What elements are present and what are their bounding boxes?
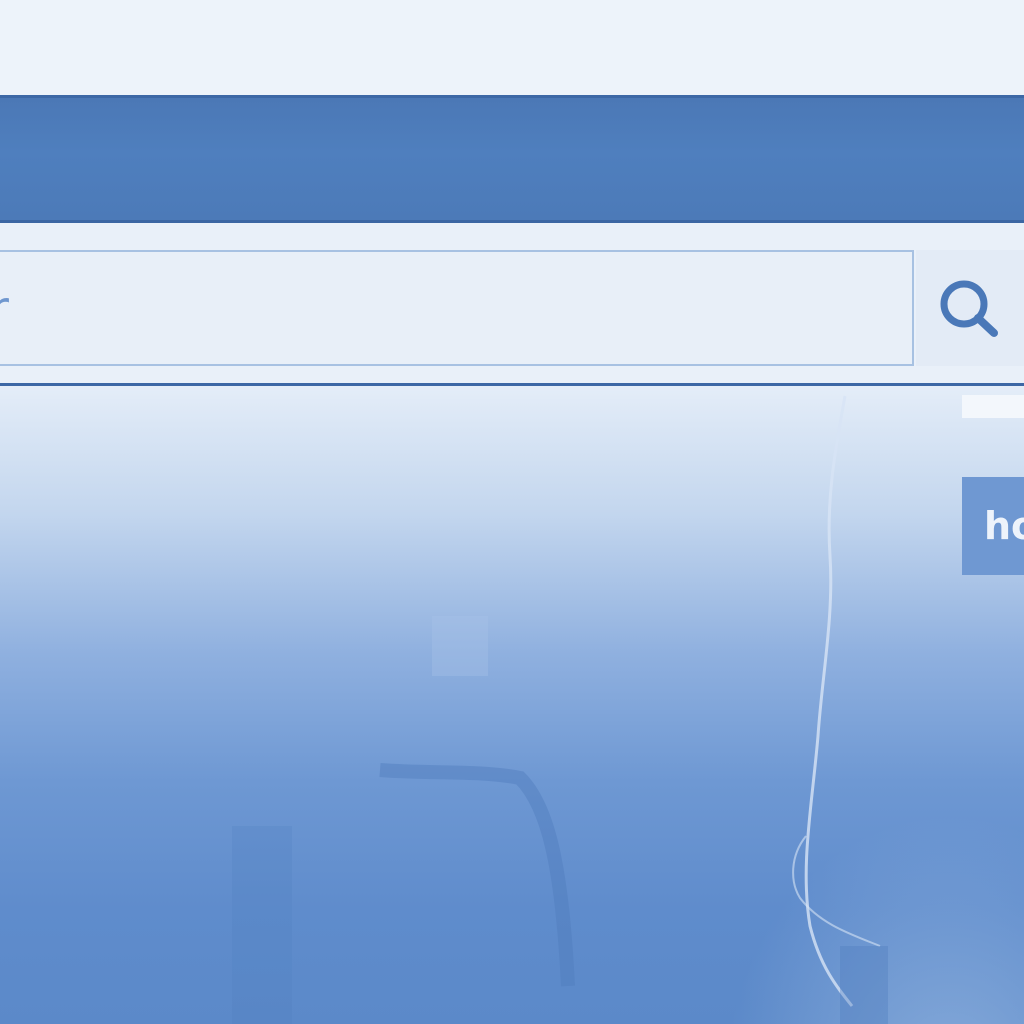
top-blank-area — [0, 0, 1024, 95]
hero-background-image — [0, 386, 1024, 1024]
page: ho — [0, 0, 1024, 1024]
hero-illustration — [232, 395, 888, 1024]
side-badge-button[interactable]: ho — [962, 477, 1024, 575]
header-bar — [0, 95, 1024, 223]
side-tab[interactable] — [962, 395, 1024, 418]
search-button[interactable] — [916, 250, 1024, 366]
search-icon — [940, 280, 998, 337]
search-input[interactable] — [0, 250, 914, 366]
search-bar — [0, 223, 1024, 386]
